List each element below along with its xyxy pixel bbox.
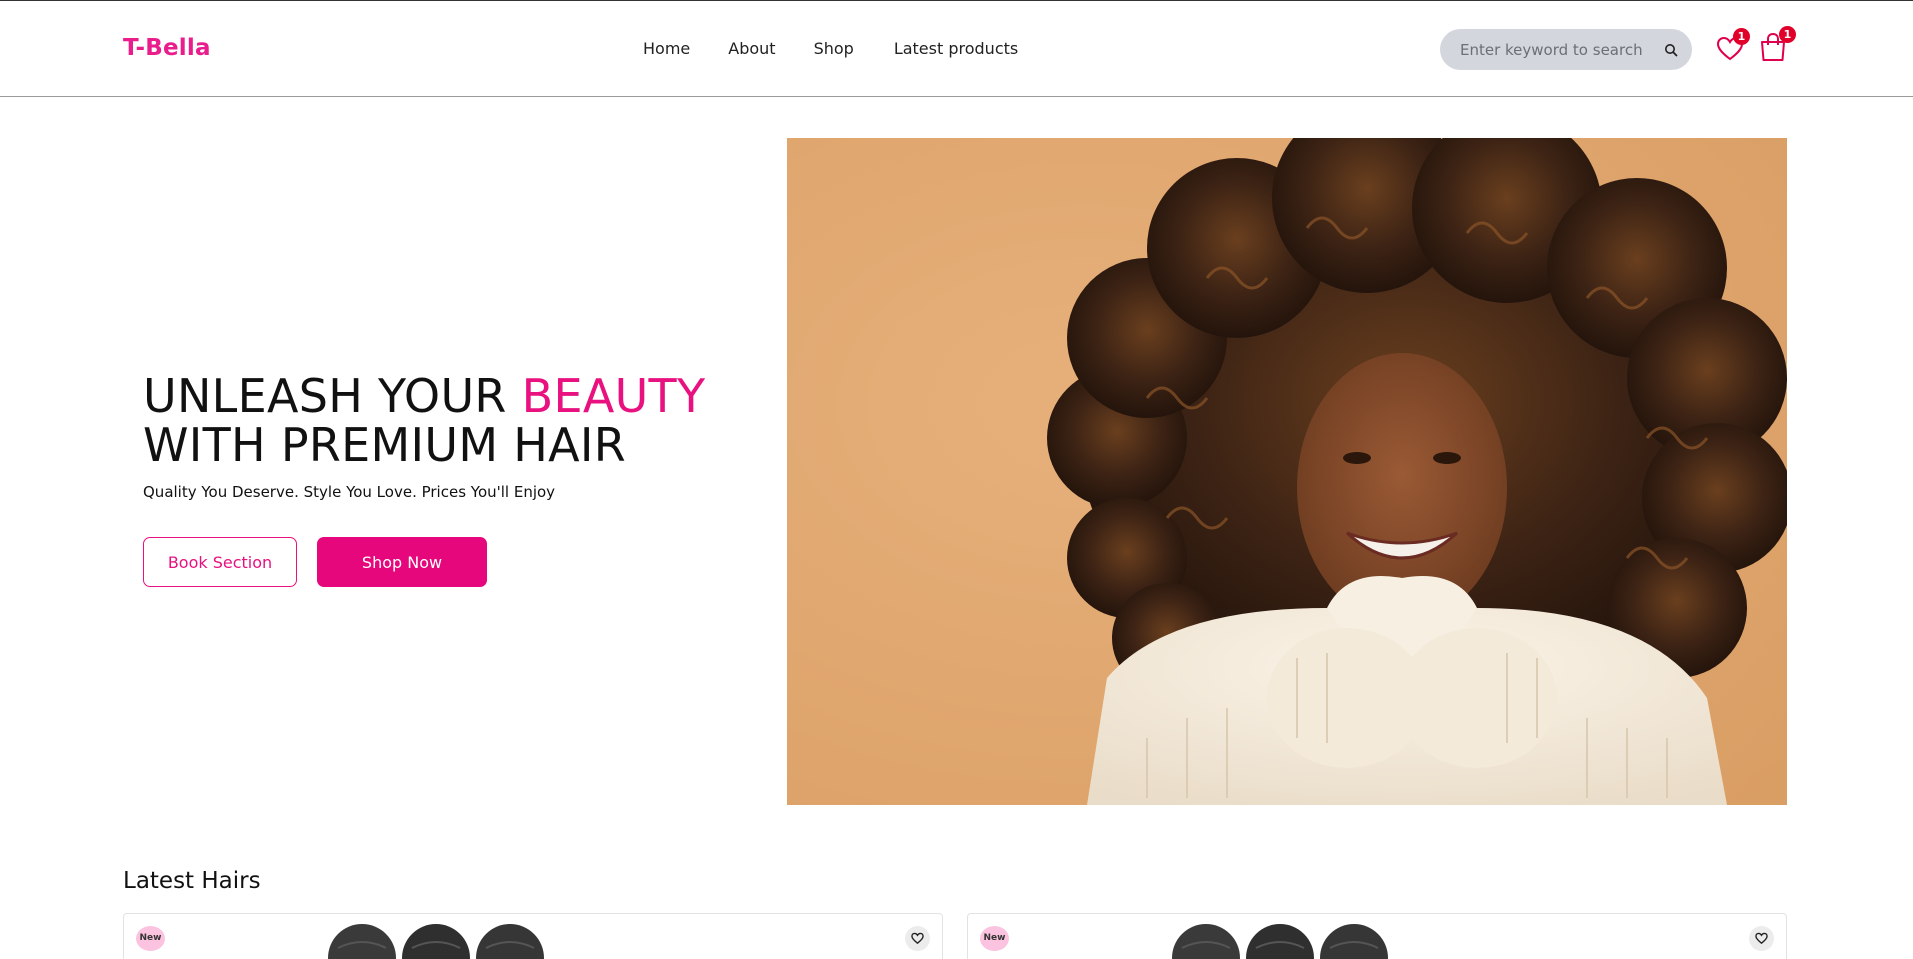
product-image [1172, 924, 1388, 959]
shop-now-button[interactable]: Shop Now [317, 537, 487, 587]
nav-latest-products[interactable]: Latest products [894, 39, 1018, 58]
hero-title-line2: WITH PREMIUM HAIR [143, 418, 627, 472]
hero-subtitle: Quality You Deserve. Style You Love. Pri… [143, 483, 556, 501]
wishlist-button[interactable]: 1 [1716, 28, 1750, 63]
hero-title: UNLEASH YOUR BEAUTY WITH PREMIUM HAIR [143, 372, 705, 470]
wishlist-count-badge: 1 [1733, 28, 1750, 45]
hero-title-part1: UNLEASH YOUR [143, 369, 522, 423]
nav-home[interactable]: Home [643, 39, 690, 58]
search-box [1440, 29, 1692, 70]
product-image [328, 924, 544, 959]
hero-title-accent: BEAUTY [521, 369, 706, 423]
book-section-button[interactable]: Book Section [143, 537, 297, 587]
latest-hairs-title: Latest Hairs [123, 868, 261, 894]
new-badge: New [136, 926, 165, 951]
heart-icon [1755, 932, 1768, 945]
cart-button[interactable]: 1 [1758, 26, 1796, 63]
nav-about[interactable]: About [728, 39, 775, 58]
add-to-wishlist-button[interactable] [905, 926, 930, 951]
cart-count-badge: 1 [1779, 26, 1796, 43]
site-header: T-Bella Home About Shop Latest products … [0, 1, 1913, 97]
heart-icon [911, 932, 924, 945]
hero-image [787, 138, 1787, 805]
search-input[interactable] [1460, 29, 1660, 70]
nav-shop[interactable]: Shop [814, 39, 854, 58]
product-card[interactable]: New [123, 913, 943, 959]
main-nav: Home About Shop Latest products [643, 39, 1018, 58]
search-icon[interactable] [1664, 42, 1680, 58]
new-badge: New [980, 926, 1009, 951]
product-card[interactable]: New [967, 913, 1787, 959]
site-logo[interactable]: T-Bella [123, 35, 211, 61]
add-to-wishlist-button[interactable] [1749, 926, 1774, 951]
